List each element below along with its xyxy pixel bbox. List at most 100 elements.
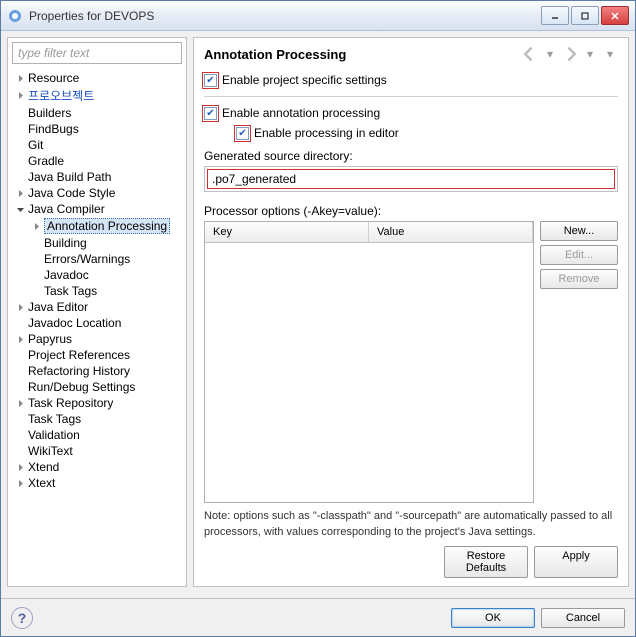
tree-spacer [14,107,26,119]
tree-item-label: Resource [28,71,79,85]
gen-dir-label: Generated source directory: [204,149,618,163]
tree-item-label: Project References [28,348,130,362]
tree-spacer [30,269,42,281]
tree-item-label: Building [44,236,87,250]
maximize-button[interactable] [571,6,599,25]
col-value[interactable]: Value [369,222,533,242]
edit-button[interactable]: Edit... [540,245,618,265]
forward-icon[interactable] [562,46,578,62]
ok-button[interactable]: OK [451,608,535,628]
tree-spacer [14,445,26,457]
tree-item-label: Builders [28,106,71,120]
new-button[interactable]: New... [540,221,618,241]
processor-options-table[interactable]: Key Value [204,221,534,503]
help-icon[interactable]: ? [11,607,33,629]
tree-item-label: Xtend [28,460,59,474]
tree-item[interactable]: Git [8,137,186,153]
chevron-down-icon[interactable] [14,203,26,215]
tree-spacer [30,237,42,249]
tree-item[interactable]: Errors/Warnings [8,251,186,267]
tree-item[interactable]: Building [8,235,186,251]
tree-item[interactable]: Run/Debug Settings [8,379,186,395]
tree-item[interactable]: Xtend [8,459,186,475]
tree-item-label: Refactoring History [28,364,130,378]
back-menu-icon[interactable]: ▾ [542,46,558,62]
tree-item-label: WikiText [28,444,73,458]
enable-project-label: Enable project specific settings [222,73,387,87]
chevron-right-icon[interactable] [14,461,26,473]
chevron-right-icon[interactable] [14,187,26,199]
tree-item[interactable]: Resource [8,70,186,86]
tree-spacer [30,253,42,265]
tree-item-label: Gradle [28,154,64,168]
tree-item[interactable]: Javadoc Location [8,315,186,331]
remove-button[interactable]: Remove [540,269,618,289]
tree-item[interactable]: 프로오브젝트 [8,86,186,105]
tree-item[interactable]: Java Code Style [8,185,186,201]
tree-item[interactable]: FindBugs [8,121,186,137]
tree-item[interactable]: Task Tags [8,411,186,427]
enable-annotation-label: Enable annotation processing [222,106,380,120]
chevron-right-icon[interactable] [14,72,26,84]
highlight-box [234,125,251,142]
tree-item[interactable]: Validation [8,427,186,443]
view-menu-icon[interactable]: ▾ [602,46,618,62]
tree-item-label: Task Repository [28,396,113,410]
tree-item-label: Xtext [28,476,55,490]
tree-item-label: Task Tags [28,412,81,426]
tree-item-label: Javadoc Location [28,316,121,330]
separator [204,96,618,97]
tree-item-label: Java Editor [28,300,88,314]
tree-item[interactable]: Task Repository [8,395,186,411]
tree-item[interactable]: Gradle [8,153,186,169]
chevron-right-icon[interactable] [14,397,26,409]
filter-input[interactable]: type filter text [12,42,182,64]
tree-item[interactable]: WikiText [8,443,186,459]
tree-item[interactable]: Javadoc [8,267,186,283]
forward-menu-icon[interactable]: ▾ [582,46,598,62]
close-button[interactable] [601,6,629,25]
tree-item[interactable]: Task Tags [8,283,186,299]
tree-item[interactable]: Refactoring History [8,363,186,379]
tree-spacer [14,317,26,329]
restore-defaults-button[interactable]: Restore Defaults [444,546,528,578]
properties-dialog: Properties for DEVOPS type filter text R… [0,0,636,637]
tree-spacer [14,429,26,441]
minimize-button[interactable] [541,6,569,25]
tree-item[interactable]: Java Compiler [8,201,186,217]
gen-dir-input-wrap: .po7_generated [204,166,618,192]
chevron-right-icon[interactable] [14,90,26,102]
chevron-right-icon[interactable] [30,220,42,232]
tree-item[interactable]: Project References [8,347,186,363]
bottom-bar: ? OK Cancel [1,598,635,636]
page-title: Annotation Processing [204,47,522,62]
col-key[interactable]: Key [205,222,369,242]
enable-editor-label: Enable processing in editor [254,126,399,140]
tree-item[interactable]: Builders [8,105,186,121]
tree-item-label: Git [28,138,43,152]
apply-button[interactable]: Apply [534,546,618,578]
tree-spacer [14,381,26,393]
cancel-button[interactable]: Cancel [541,608,625,628]
gen-dir-input[interactable]: .po7_generated [207,169,615,189]
highlight-box [202,105,219,122]
chevron-right-icon[interactable] [14,301,26,313]
tree-spacer [14,413,26,425]
highlight-box [202,72,219,89]
main-panel: Annotation Processing ▾ ▾ ▾ ✔ Enable pro… [193,37,629,587]
window-title: Properties for DEVOPS [29,9,541,23]
back-icon[interactable] [522,46,538,62]
chevron-right-icon[interactable] [14,477,26,489]
category-tree[interactable]: Resource프로오브젝트BuildersFindBugsGitGradleJ… [8,68,186,586]
proc-opts-label: Processor options (-Akey=value): [204,204,618,218]
tree-item[interactable]: Java Editor [8,299,186,315]
tree-item[interactable]: Annotation Processing [8,217,186,235]
chevron-right-icon[interactable] [14,333,26,345]
tree-item-label: Errors/Warnings [44,252,130,266]
tree-item[interactable]: Xtext [8,475,186,491]
tree-item[interactable]: Papyrus [8,331,186,347]
tree-item-label: Validation [28,428,80,442]
tree-item[interactable]: Java Build Path [8,169,186,185]
tree-item-label: Javadoc [44,268,89,282]
tree-spacer [14,139,26,151]
